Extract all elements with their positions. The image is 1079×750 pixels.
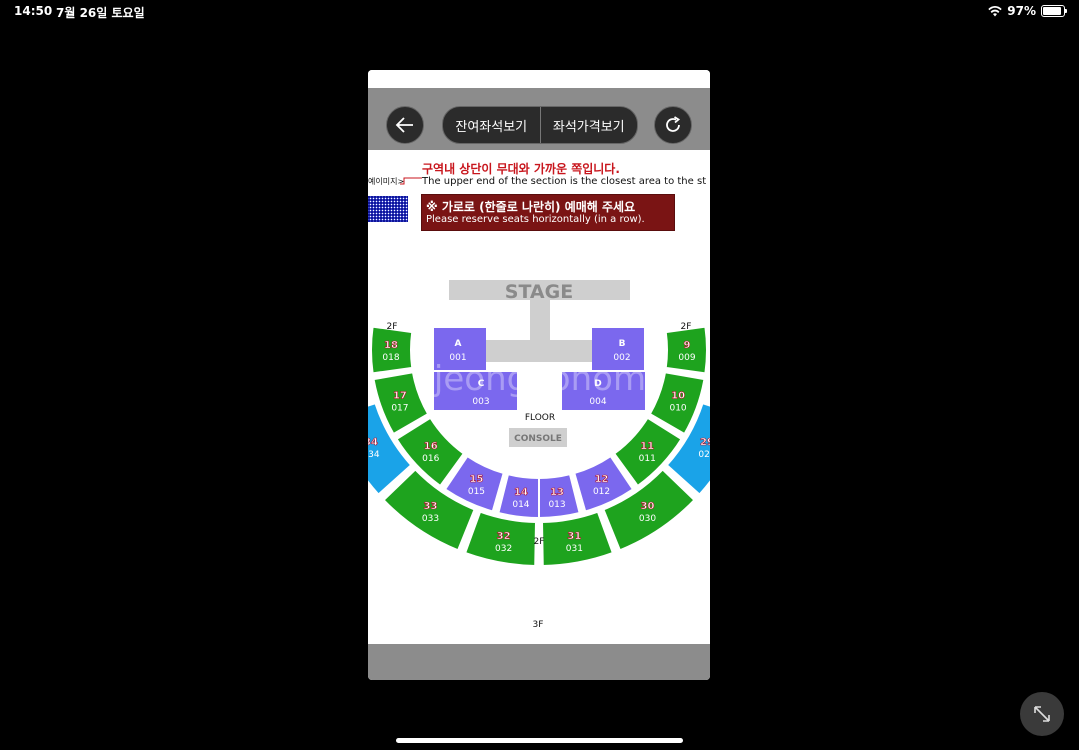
section-letter: A	[455, 339, 462, 349]
remaining-seats-button[interactable]: 잔여좌석보기	[443, 107, 541, 143]
status-right: 97%	[988, 4, 1067, 18]
section-code: 030	[639, 514, 656, 524]
status-bar: 14:50 7월 26일 토요일 97%	[0, 0, 1079, 22]
battery-icon	[1041, 5, 1067, 17]
expand-icon	[1034, 706, 1050, 722]
section-code: 032	[495, 544, 512, 554]
top-strip	[368, 70, 710, 88]
section-number: 13	[550, 487, 564, 498]
toolbar: 잔여좌석보기 좌석가격보기	[368, 88, 710, 150]
wifi-icon	[988, 5, 1002, 16]
battery-percent: 97%	[1007, 4, 1036, 18]
section-number: 14	[514, 487, 528, 498]
section-number: 16	[424, 441, 438, 452]
status-date: 7월 26일 토요일	[56, 6, 145, 20]
section-032[interactable]: 32032	[463, 510, 538, 567]
section-number: 12	[595, 474, 609, 485]
section-number: 32	[497, 531, 511, 542]
level-3f: 3F	[533, 620, 544, 630]
section-code: 011	[639, 454, 656, 464]
section-number: 29	[700, 437, 710, 448]
watermark: jeonggonom	[433, 359, 646, 399]
stage-label: STAGE	[505, 281, 573, 303]
section-code: 017	[391, 404, 408, 414]
section-number: 31	[567, 531, 581, 542]
section-031[interactable]: 31031	[540, 510, 615, 567]
floor-label: FLOOR	[525, 413, 555, 423]
seat-selection-view: 잔여좌석보기 좌석가격보기 구역내 상단이 무대와 가까운 쪽입니다. The …	[368, 70, 710, 680]
section-number: 9	[684, 340, 691, 351]
section-number: 30	[641, 501, 655, 512]
console-label: CONSOLE	[514, 434, 562, 444]
seatmap-content: 구역내 상단이 무대와 가까운 쪽입니다. The upper end of t…	[368, 150, 710, 644]
section-code: 010	[669, 404, 686, 414]
section-number: 18	[384, 340, 398, 351]
section-number: 11	[640, 441, 654, 452]
section-code: 013	[548, 500, 565, 510]
section-009[interactable]: 9009	[664, 325, 708, 375]
section-013[interactable]: 13013	[538, 472, 581, 520]
bottom-bar	[368, 644, 710, 680]
back-button[interactable]	[386, 106, 424, 144]
section-code: 015	[468, 487, 485, 497]
section-letter: B	[619, 339, 626, 349]
section-code: 033	[422, 514, 439, 524]
section-number: 10	[671, 391, 685, 402]
section-number: 34	[368, 437, 378, 448]
section-code: 029	[698, 450, 710, 460]
level-2f-center: 2F	[534, 537, 545, 547]
section-code: 018	[382, 353, 399, 363]
level-2f-left: 2F	[387, 322, 398, 332]
section-014[interactable]: 14014	[497, 472, 540, 520]
view-toggle: 잔여좌석보기 좌석가격보기	[442, 106, 638, 144]
expand-button[interactable]	[1020, 692, 1064, 736]
seat-price-button[interactable]: 좌석가격보기	[541, 107, 638, 143]
section-code: 034	[368, 450, 380, 460]
seat-map: STAGE A001B002C003D004 FLOOR CONSOLE 180…	[368, 280, 710, 630]
section-code: 031	[566, 544, 583, 554]
section-018[interactable]: 18018	[370, 325, 414, 375]
section-code: 012	[593, 487, 610, 497]
section-number: 33	[424, 501, 438, 512]
section-number: 15	[469, 474, 483, 485]
status-time: 14:50	[14, 4, 53, 18]
section-code: 009	[678, 353, 695, 363]
section-number: 17	[393, 391, 407, 402]
arrow-left-icon	[395, 117, 413, 133]
home-indicator[interactable]	[396, 738, 683, 743]
section-code: 014	[512, 500, 529, 510]
refresh-icon	[666, 116, 681, 132]
level-2f-right: 2F	[681, 322, 692, 332]
refresh-button[interactable]	[654, 106, 692, 144]
section-code: 016	[422, 454, 439, 464]
